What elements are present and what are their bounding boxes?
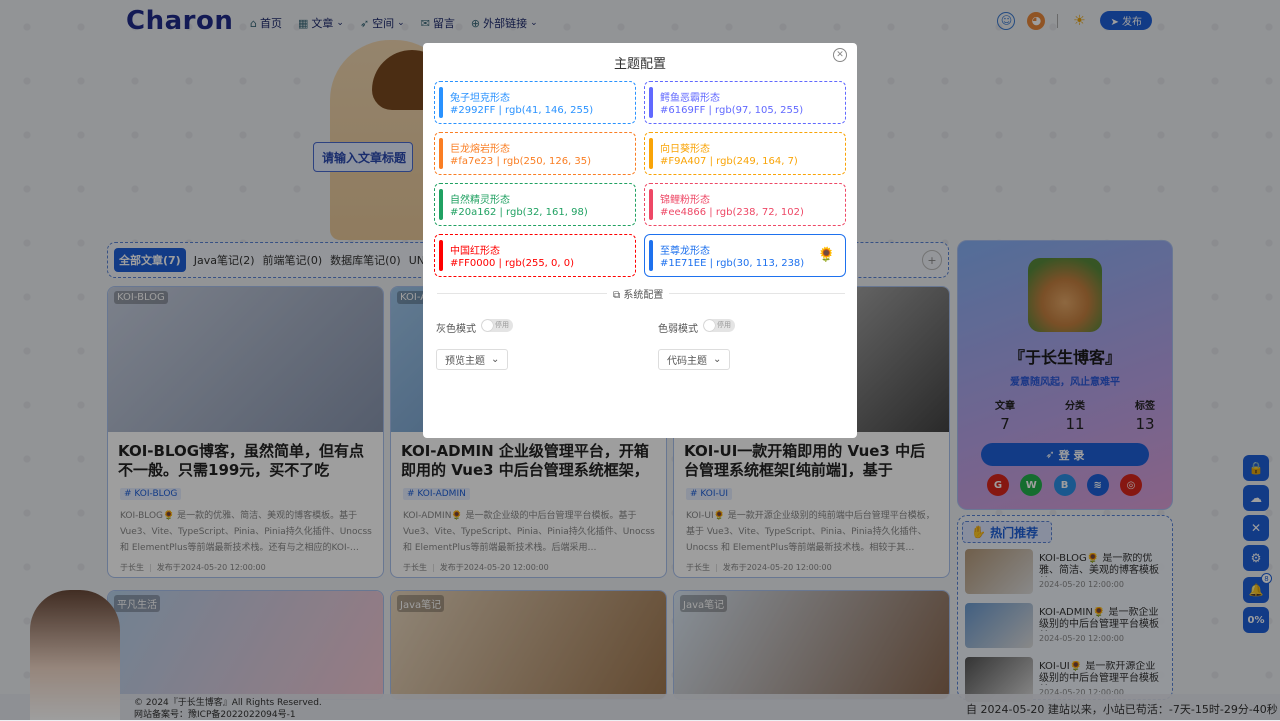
gray-mode-toggle[interactable]: 停用 [481,319,513,332]
close-icon[interactable]: ✕ [833,48,847,62]
gray-mode-label: 灰色模式 [436,324,476,335]
weak-mode-toggle[interactable]: 停用 [703,319,735,332]
theme-color-bar [439,87,443,118]
theme-color-code: #20a162 | rgb(32, 161, 98) [450,207,588,218]
theme-color-code: #2992FF | rgb(41, 146, 255) [450,105,594,116]
theme-name: 自然精灵形态 [450,195,510,206]
theme-color-bar [439,189,443,220]
theme-option[interactable]: 至尊龙形态 #1E71EE | rgb(30, 113, 238) 🌻 [644,234,846,277]
theme-color-bar [439,240,443,271]
toggle-text: 停用 [495,321,509,329]
theme-config-dialog: 主题配置 ✕ 兔子坦克形态 #2992FF | rgb(41, 146, 255)… [423,43,857,438]
dialog-title: 主题配置 [613,57,666,72]
theme-option[interactable]: 自然精灵形态 #20a162 | rgb(32, 161, 98) [434,183,636,226]
preview-theme-label: 预览主题 [445,356,485,367]
theme-name: 巨龙熔岩形态 [450,144,510,155]
theme-name: 鳄鱼恶霸形态 [660,93,720,104]
theme-color-bar [649,138,653,169]
theme-name: 至尊龙形态 [660,246,710,257]
theme-color-code: #6169FF | rgb(97, 105, 255) [660,105,804,116]
chevron-down-icon: ⌄ [491,354,500,365]
theme-name: 兔子坦克形态 [450,93,510,104]
theme-color-code: #1E71EE | rgb(30, 113, 238) [660,258,805,269]
theme-color-code: #fa7e23 | rgb(250, 126, 35) [450,156,592,167]
theme-option[interactable]: 中国红形态 #FF0000 | rgb(255, 0, 0) [434,234,636,277]
weak-mode-label: 色弱模式 [658,324,698,335]
code-theme-select[interactable]: 代码主题 ⌄ [658,349,731,370]
external-icon: ⧉ [613,290,624,301]
theme-name: 中国红形态 [450,246,500,257]
theme-option[interactable]: 兔子坦克形态 #2992FF | rgb(41, 146, 255) [434,81,636,124]
theme-option[interactable]: 巨龙熔岩形态 #fa7e23 | rgb(250, 126, 35) [434,132,636,175]
theme-option[interactable]: 向日葵形态 #F9A407 | rgb(249, 164, 7) [644,132,846,175]
theme-color-bar [649,240,653,271]
theme-color-code: #F9A407 | rgb(249, 164, 7) [660,156,798,167]
theme-name: 锦鲤粉形态 [660,195,710,206]
theme-color-code: #FF0000 | rgb(255, 0, 0) [450,258,575,269]
sunflower-icon: 🌻 [817,247,835,263]
theme-name: 向日葵形态 [660,144,710,155]
theme-color-code: #ee4866 | rgb(238, 72, 102) [660,207,804,218]
toggle-text: 停用 [717,321,731,329]
theme-option[interactable]: 锦鲤粉形态 #ee4866 | rgb(238, 72, 102) [644,183,846,226]
system-config-text: 系统配置 [623,290,664,301]
theme-color-bar [649,189,653,220]
chevron-down-icon: ⌄ [713,354,722,365]
code-theme-label: 代码主题 [667,356,707,367]
theme-color-bar [649,87,653,118]
theme-option[interactable]: 鳄鱼恶霸形态 #6169FF | rgb(97, 105, 255) [644,81,846,124]
preview-theme-select[interactable]: 预览主题 ⌄ [436,349,509,370]
toggle-knob [704,320,715,331]
system-config-label: ⧉ 系统配置 [607,286,670,301]
toggle-knob [482,320,493,331]
theme-color-bar [439,138,443,169]
